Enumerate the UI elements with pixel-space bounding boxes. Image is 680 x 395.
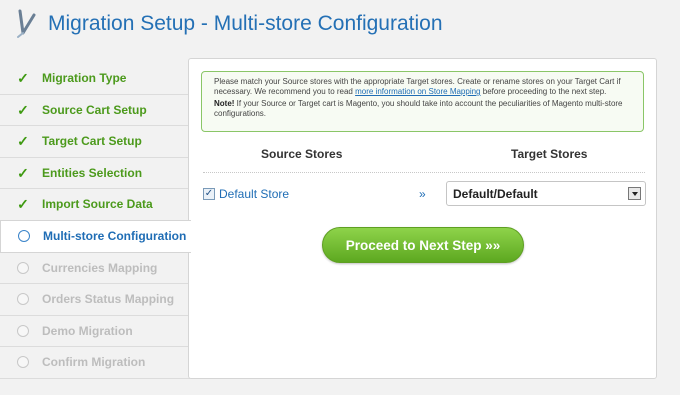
step-label: Demo Migration bbox=[42, 323, 133, 338]
pending-step-circle-icon bbox=[17, 356, 29, 369]
pending-step-circle-icon bbox=[17, 261, 29, 274]
step-source-cart-setup[interactable]: ✓ Source Cart Setup bbox=[0, 95, 190, 126]
step-migration-type[interactable]: ✓ Migration Type bbox=[0, 63, 190, 95]
step-label: Confirm Migration bbox=[42, 355, 146, 370]
step-confirm-migration: Confirm Migration bbox=[0, 347, 190, 379]
note-label: Note! bbox=[214, 99, 235, 108]
target-store-value: Default/Default bbox=[453, 186, 538, 201]
pending-step-circle-icon bbox=[17, 293, 29, 306]
step-label: Multi-store Configuration bbox=[43, 229, 187, 243]
source-store-checkbox[interactable]: ✓ bbox=[203, 188, 215, 200]
current-step-circle-icon bbox=[18, 230, 30, 242]
steps-sidebar: ✓ Migration Type ✓ Source Cart Setup ✓ T… bbox=[0, 63, 191, 379]
target-store-select[interactable]: Default/Default bbox=[446, 181, 646, 206]
page-title: Migration Setup - Multi-store Configurat… bbox=[48, 12, 443, 35]
checkmark-icon: ✓ bbox=[17, 196, 29, 213]
notice-text: Please match your Source stores with the… bbox=[214, 77, 621, 96]
mapping-arrow: » bbox=[419, 187, 426, 201]
checkmark-icon: ✓ bbox=[17, 101, 29, 118]
step-target-cart-setup[interactable]: ✓ Target Cart Setup bbox=[0, 126, 190, 158]
step-orders-status-mapping: Orders Status Mapping bbox=[0, 284, 190, 316]
step-label: Migration Type bbox=[42, 71, 127, 86]
source-store-row: ✓ Default Store bbox=[203, 187, 289, 201]
pending-step-circle-icon bbox=[17, 324, 29, 337]
step-label: Currencies Mapping bbox=[42, 260, 158, 275]
source-store-label[interactable]: Default Store bbox=[219, 187, 289, 201]
dropdown-arrow-icon[interactable] bbox=[628, 187, 641, 200]
logo-icon bbox=[17, 9, 36, 38]
checkmark-icon: ✓ bbox=[17, 70, 29, 87]
step-label: Entities Selection bbox=[42, 165, 143, 180]
divider bbox=[203, 172, 645, 173]
step-currencies-mapping: Currencies Mapping bbox=[0, 253, 190, 284]
step-label: Target Cart Setup bbox=[42, 134, 142, 149]
step-import-source-data[interactable]: ✓ Import Source Data bbox=[0, 189, 190, 221]
info-notice: Please match your Source stores with the… bbox=[201, 71, 644, 132]
step-label: Orders Status Mapping bbox=[42, 292, 175, 307]
store-mapping-info-link[interactable]: more information on Store Mapping bbox=[355, 87, 480, 96]
header: Migration Setup - Multi-store Configurat… bbox=[0, 0, 680, 50]
step-demo-migration: Demo Migration bbox=[0, 316, 190, 347]
step-label: Source Cart Setup bbox=[42, 102, 147, 117]
step-label: Import Source Data bbox=[42, 197, 153, 212]
proceed-next-step-button[interactable]: Proceed to Next Step »» bbox=[322, 227, 524, 263]
source-stores-header: Source Stores bbox=[261, 147, 343, 161]
target-stores-header: Target Stores bbox=[511, 147, 588, 161]
checkmark-icon: ✓ bbox=[17, 164, 29, 181]
step-multi-store-configuration[interactable]: Multi-store Configuration bbox=[0, 219, 191, 253]
content-panel: Please match your Source stores with the… bbox=[188, 58, 657, 379]
notice-note: Note! If your Source or Target cart is M… bbox=[214, 99, 623, 118]
step-entities-selection[interactable]: ✓ Entities Selection bbox=[0, 158, 190, 189]
checkmark-icon: ✓ bbox=[17, 133, 29, 150]
